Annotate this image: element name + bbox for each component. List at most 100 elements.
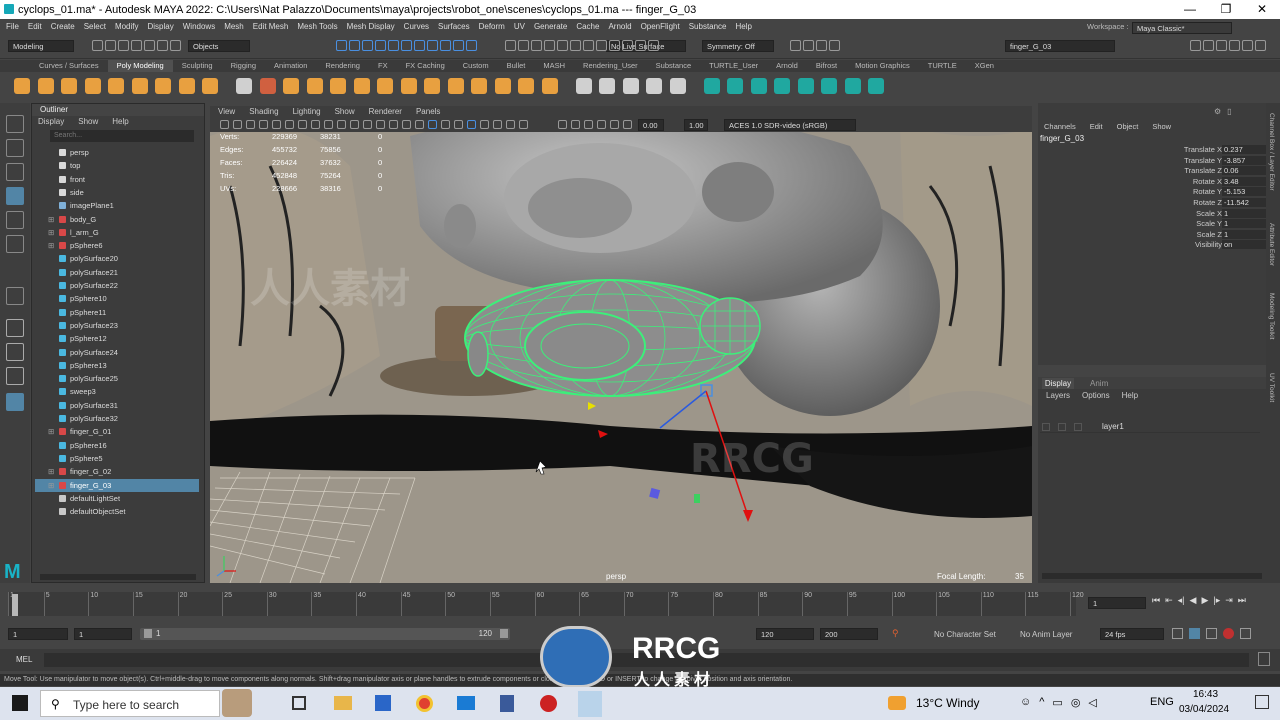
windows-start-icon[interactable]: [12, 695, 28, 711]
menu-help[interactable]: Help: [736, 22, 752, 31]
shelf-tool-icon[interactable]: [494, 78, 511, 94]
statusline-tool-icon[interactable]: [414, 40, 425, 51]
shelf-tool-icon[interactable]: [400, 78, 417, 94]
channel-row[interactable]: Scale Y1: [1038, 219, 1266, 230]
viewport-tool-icon[interactable]: [571, 120, 580, 129]
four-pane-layout-icon[interactable]: [6, 343, 24, 361]
statusline-tool-icon[interactable]: [170, 40, 181, 51]
record-icon[interactable]: [1223, 628, 1234, 639]
shelf-tab-animation[interactable]: Animation: [265, 60, 316, 72]
microsoft-store-icon[interactable]: [375, 695, 391, 711]
outliner-item[interactable]: ⊞ l_arm_G: [35, 226, 199, 239]
outliner-search-input[interactable]: Search...: [50, 130, 194, 142]
shelf-tool-icon[interactable]: [353, 78, 370, 94]
statusline-tool-icon[interactable]: [570, 40, 581, 51]
selected-finger-wireframe[interactable]: [464, 279, 761, 397]
shelf-tab-fx[interactable]: FX: [369, 60, 397, 72]
step-forward-frame-icon[interactable]: |▸: [1213, 595, 1220, 606]
menu-generate[interactable]: Generate: [534, 22, 567, 31]
menu-mesh-display[interactable]: Mesh Display: [347, 22, 395, 31]
channel-value[interactable]: 0.237: [1222, 145, 1266, 154]
start-time-field[interactable]: 1: [8, 628, 68, 640]
select-tool-icon[interactable]: [6, 115, 24, 133]
shelf-tab-rendering[interactable]: Rendering: [316, 60, 369, 72]
viewport-tool-icon[interactable]: [402, 120, 411, 129]
people-icon[interactable]: ☺: [1020, 696, 1031, 709]
channel-row[interactable]: Rotate Y -5.153: [1038, 187, 1266, 198]
go-to-start-icon[interactable]: ⏮: [1152, 595, 1160, 606]
maya-taskbar-icon[interactable]: [578, 691, 602, 717]
shelf-tool-icon[interactable]: [447, 78, 464, 94]
last-tool-icon[interactable]: [6, 287, 24, 305]
task-view-icon[interactable]: [292, 696, 306, 710]
recorder-icon[interactable]: [540, 695, 557, 712]
outliner-item[interactable]: defaultObjectSet: [35, 505, 199, 518]
menu-cache[interactable]: Cache: [576, 22, 599, 31]
statusline-tool-icon[interactable]: [557, 40, 568, 51]
menu-edit-mesh[interactable]: Edit Mesh: [253, 22, 289, 31]
menu-set-dropdown[interactable]: Modeling: [8, 40, 74, 52]
shelf-tool-icon[interactable]: [108, 78, 124, 94]
outliner-item[interactable]: pSphere12: [35, 332, 199, 345]
shelf-tool-icon[interactable]: [424, 78, 440, 94]
viewport-tool-icon[interactable]: [558, 120, 567, 129]
menu-openflight[interactable]: OpenFlight: [641, 22, 680, 31]
viewport-tool-icon[interactable]: [480, 120, 489, 129]
menu-display[interactable]: Display: [148, 22, 174, 31]
shelf-tab-sculpting[interactable]: Sculpting: [173, 60, 222, 72]
outliner-item[interactable]: defaultLightSet: [35, 492, 199, 505]
viewport-tool-icon[interactable]: [324, 120, 333, 129]
statusline-tool-icon[interactable]: [1242, 40, 1253, 51]
close-button[interactable]: ✕: [1244, 0, 1280, 19]
statusline-tool-icon[interactable]: [803, 40, 814, 51]
shelf-tool-icon[interactable]: [774, 78, 790, 94]
chrome-icon[interactable]: [416, 695, 433, 712]
audio-icon[interactable]: [1206, 628, 1217, 639]
shelf-tool-icon[interactable]: [377, 78, 393, 94]
outliner-item[interactable]: front: [35, 173, 199, 186]
minimize-button[interactable]: —: [1172, 0, 1208, 19]
range-slider[interactable]: 1 120: [140, 628, 510, 640]
menu-windows[interactable]: Windows: [183, 22, 215, 31]
outliner-item[interactable]: polySurface22: [35, 279, 199, 292]
menu-substance[interactable]: Substance: [689, 22, 727, 31]
shelf-tool-icon[interactable]: [131, 78, 148, 94]
current-frame-field[interactable]: 1: [1088, 597, 1146, 609]
viewport-tool-icon[interactable]: [610, 120, 619, 129]
mail-icon[interactable]: [457, 696, 475, 710]
expand-icon[interactable]: ⊞: [48, 226, 56, 239]
lasso-tool-icon[interactable]: [6, 139, 24, 157]
time-slider[interactable]: 1510152025303540455055606570758085909510…: [0, 588, 1280, 622]
shelf-tool-icon[interactable]: [236, 78, 252, 94]
layer-playback-icon[interactable]: [1058, 423, 1066, 431]
channelbox-pin-icon[interactable]: ▯: [1227, 107, 1231, 116]
layer-name[interactable]: layer1: [1102, 422, 1124, 431]
shelf-tool-icon[interactable]: [844, 78, 861, 94]
taskbar-search-box[interactable]: ⚲ Type here to search: [40, 690, 220, 717]
channel-value[interactable]: -5.153: [1222, 187, 1266, 197]
language-indicator[interactable]: ENG: [1150, 696, 1174, 708]
layers-menu-options[interactable]: Options: [1082, 391, 1110, 400]
channelbox-settings-icon[interactable]: ⚙: [1214, 107, 1221, 116]
viewport-tool-icon[interactable]: [272, 120, 281, 129]
menu-uv[interactable]: UV: [514, 22, 525, 31]
viewport-tool-icon[interactable]: [454, 120, 463, 129]
viewport-menu-show[interactable]: Show: [335, 106, 355, 118]
statusline-tool-icon[interactable]: [336, 40, 347, 51]
character-set-dropdown[interactable]: No Character Set: [934, 630, 996, 639]
side-tab[interactable]: UV Toolkit: [1268, 373, 1275, 402]
viewport-tool-icon[interactable]: [584, 120, 593, 129]
viewport-tool-icon[interactable]: [337, 120, 346, 129]
viewport-tool-icon[interactable]: [519, 120, 528, 129]
paint-select-icon[interactable]: [6, 163, 24, 181]
channelbox-menu-channels[interactable]: Channels: [1044, 122, 1076, 131]
shelf-tool-icon[interactable]: [599, 78, 615, 94]
layer-visibility-icon[interactable]: [1042, 423, 1050, 431]
outliner-item[interactable]: pSphere10: [35, 292, 199, 305]
notifications-icon[interactable]: [1255, 695, 1269, 709]
menu-create[interactable]: Create: [51, 22, 75, 31]
statusline-tool-icon[interactable]: [349, 40, 360, 51]
channel-row[interactable]: Rotate Z -11.542: [1038, 198, 1266, 209]
expand-icon[interactable]: ⊞: [48, 425, 56, 438]
shelf-tool-icon[interactable]: [306, 78, 323, 94]
